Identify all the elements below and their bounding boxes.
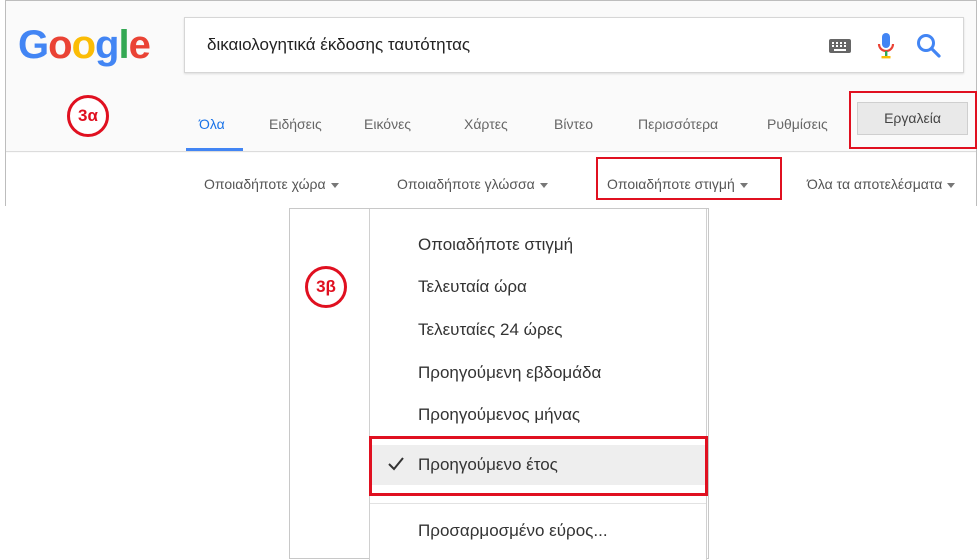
search-tabs: Όλα Ειδήσεις Εικόνες Χάρτες Βίντεο Περισ… [6, 96, 976, 152]
time-dropdown-panel: Οποιαδήποτε στιγμή Τελευταία ώρα Τελευτα… [289, 208, 709, 560]
menu-item-label: Προηγούμενος μήνας [418, 405, 581, 424]
menu-item-past-month[interactable]: Προηγούμενος μήνας [370, 395, 706, 435]
logo-letter: G [18, 23, 49, 67]
search-query-text[interactable]: δικαιολογητικά έκδοσης ταυτότητας [207, 35, 470, 55]
menu-item-past-24-hours[interactable]: Τελευταίες 24 ώρες [370, 310, 706, 350]
tab-images[interactable]: Εικόνες [364, 116, 411, 132]
filter-results-label: Όλα τα αποτελέσματα [807, 176, 943, 192]
filter-language-label: Οποιαδήποτε γλώσσα [397, 176, 535, 192]
logo-letter: e [128, 23, 151, 67]
search-icon[interactable] [915, 32, 943, 60]
menu-item-custom-range[interactable]: Προσαρμοσμένο εύρος... [370, 511, 706, 551]
tab-more[interactable]: Περισσότερα [638, 116, 718, 132]
caret-down-icon [330, 182, 339, 188]
time-filter-highlight [596, 157, 782, 200]
menu-item-label: Τελευταία ώρα [418, 277, 527, 296]
selected-item-highlight [369, 436, 708, 496]
logo-letter: l [118, 23, 129, 67]
mic-icon[interactable] [874, 31, 898, 61]
filter-language[interactable]: Οποιαδήποτε γλώσσα [397, 176, 548, 192]
search-results-header: Google δικαιολογητικά έκδοσης ταυτότητας… [5, 0, 977, 206]
logo-letter: g [95, 23, 119, 67]
menu-item-label: Τελευταίες 24 ώρες [418, 320, 563, 339]
tools-highlight: Εργαλεία [849, 91, 977, 149]
tools-button[interactable]: Εργαλεία [857, 102, 968, 135]
menu-item-any-time[interactable]: Οποιαδήποτε στιγμή [370, 225, 706, 265]
menu-item-label: Προηγούμενη εβδομάδα [418, 363, 602, 382]
active-tab-indicator [186, 148, 243, 151]
tab-maps[interactable]: Χάρτες [464, 116, 508, 132]
caret-down-icon [539, 182, 548, 188]
filter-results[interactable]: Όλα τα αποτελέσματα [807, 176, 956, 192]
google-logo[interactable]: Google [18, 23, 151, 68]
keyboard-icon[interactable] [829, 39, 851, 53]
time-dropdown-menu: Οποιαδήποτε στιγμή Τελευταία ώρα Τελευτα… [369, 209, 707, 560]
search-tools-filters: Οποιαδήποτε χώρα Οποιαδήποτε γλώσσα Οποι… [6, 153, 976, 206]
logo-letter: o [71, 23, 96, 67]
menu-item-past-week[interactable]: Προηγούμενη εβδομάδα [370, 353, 706, 393]
menu-item-past-hour[interactable]: Τελευταία ώρα [370, 267, 706, 307]
logo-letter: o [48, 23, 72, 67]
menu-item-label: Προσαρμοσμένο εύρος... [418, 521, 608, 540]
tab-all[interactable]: Όλα [199, 116, 225, 132]
step-3b-badge: 3β [305, 266, 347, 308]
menu-item-label: Οποιαδήποτε στιγμή [418, 235, 574, 254]
filter-country[interactable]: Οποιαδήποτε χώρα [204, 176, 339, 192]
search-input[interactable]: δικαιολογητικά έκδοσης ταυτότητας [184, 17, 964, 73]
tab-news[interactable]: Ειδήσεις [269, 116, 322, 132]
tab-settings[interactable]: Ρυθμίσεις [767, 116, 828, 132]
menu-divider [370, 503, 706, 504]
caret-down-icon [947, 182, 956, 188]
tab-videos[interactable]: Βίντεο [554, 116, 593, 132]
filter-country-label: Οποιαδήποτε χώρα [204, 176, 326, 192]
